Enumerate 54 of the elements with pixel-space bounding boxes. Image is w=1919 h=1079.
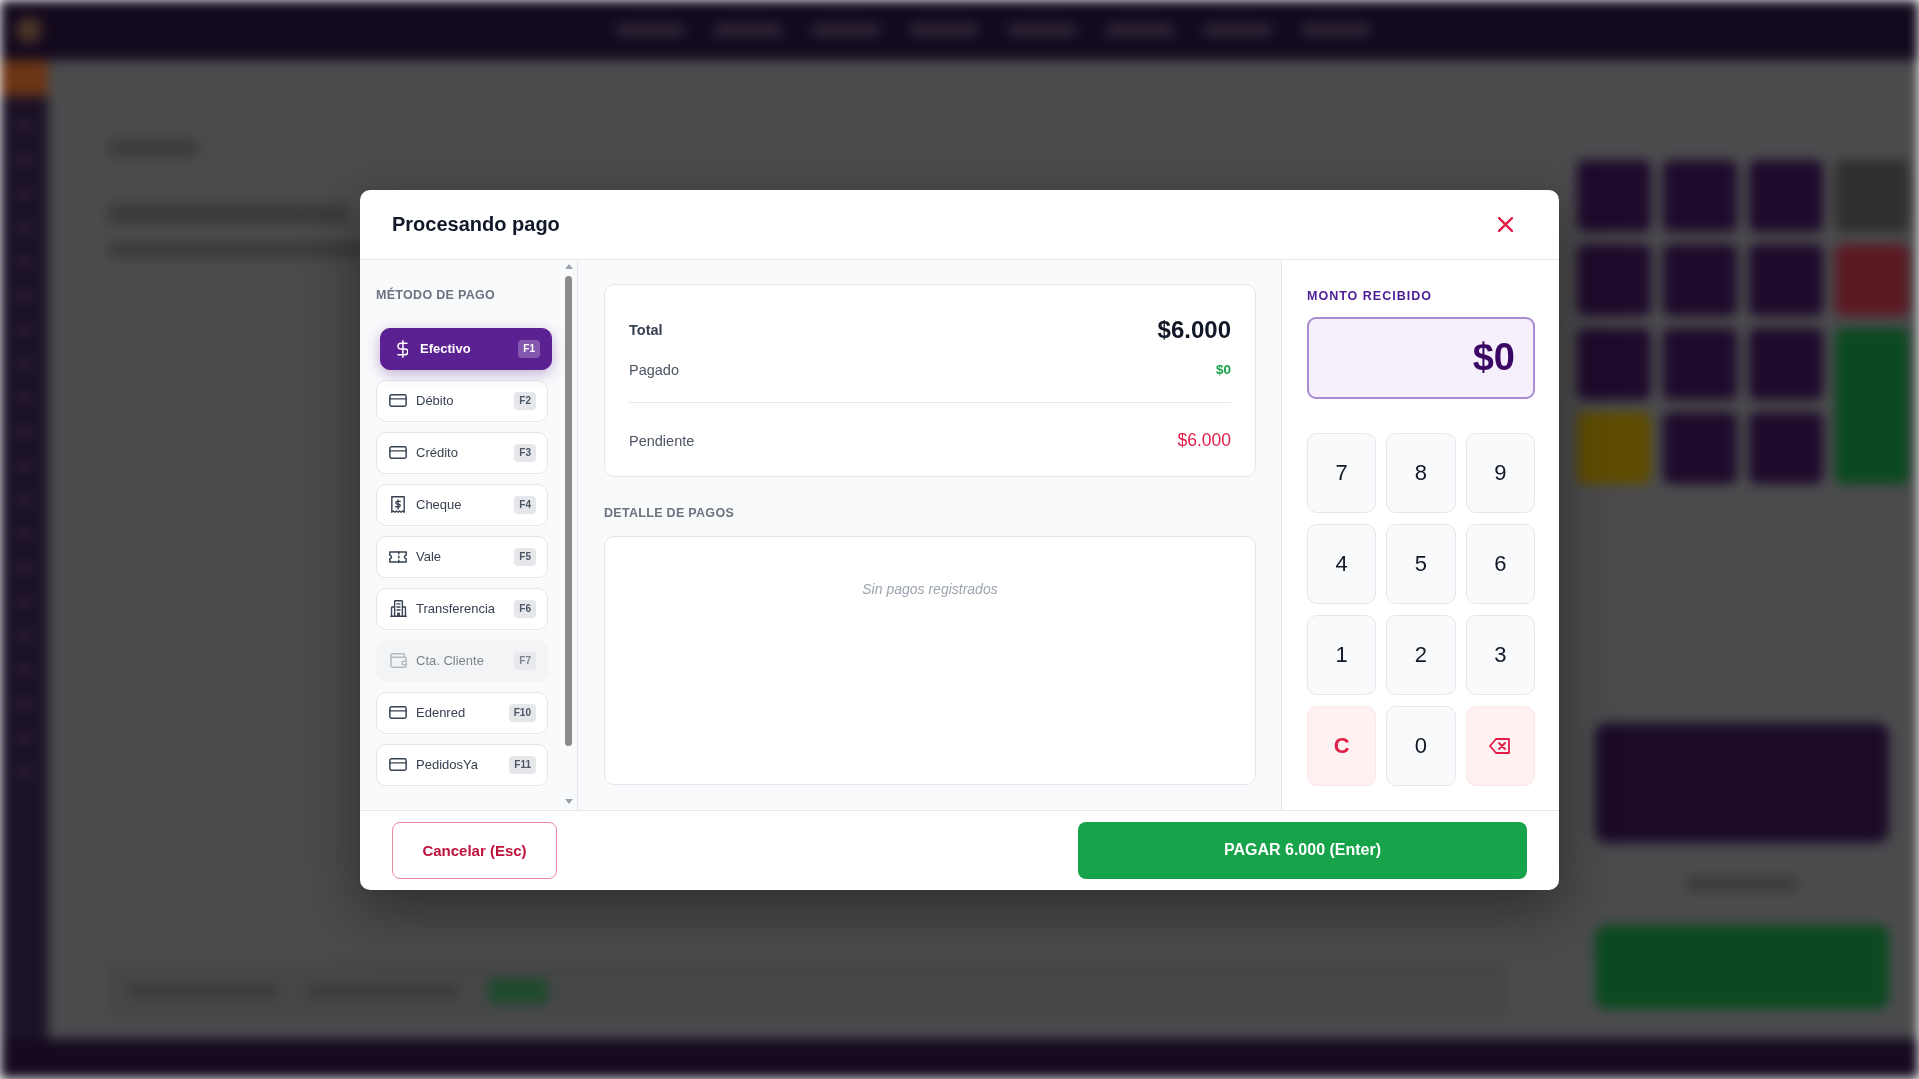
- card-icon: [389, 758, 407, 771]
- keypad-key[interactable]: 4: [1307, 523, 1377, 604]
- keypad-key[interactable]: 5: [1386, 523, 1456, 604]
- section-heading: DETALLE DE PAGOS: [604, 505, 736, 521]
- cancel-button[interactable]: Cancelar (Esc): [392, 821, 557, 879]
- backspace-key[interactable]: [1465, 705, 1535, 786]
- section-heading: MÉTODO DE PAGO: [376, 287, 497, 303]
- total-label: Total: [629, 321, 663, 338]
- dollar-document-icon: [391, 496, 405, 513]
- paid-label: Pagado: [629, 361, 679, 378]
- card-icon: [389, 394, 407, 407]
- shortcut-hint: F6: [514, 599, 536, 618]
- ticket-icon: [389, 550, 407, 563]
- scrollbar[interactable]: [564, 263, 573, 804]
- keypad-key[interactable]: 3: [1465, 614, 1535, 695]
- shortcut-hint: F3: [514, 443, 536, 462]
- shortcut-hint: F11: [509, 755, 536, 774]
- clear-key[interactable]: C: [1307, 705, 1377, 786]
- section-heading: MONTO RECIBIDO: [1307, 288, 1433, 304]
- shortcut-hint: F2: [514, 391, 536, 410]
- payment-method-button[interactable]: PedidosYa F11: [376, 743, 548, 786]
- keypad-key[interactable]: 9: [1465, 432, 1535, 513]
- keypad-key[interactable]: 2: [1386, 614, 1456, 695]
- dialog-title: Procesando pago: [392, 212, 560, 236]
- keypad-key[interactable]: 7: [1307, 432, 1377, 513]
- card-icon: [389, 706, 407, 719]
- pending-amount: $6.000: [1177, 430, 1231, 451]
- dollar-icon: [396, 339, 408, 358]
- keypad-key[interactable]: 0: [1386, 705, 1456, 786]
- payment-method-button[interactable]: Edenred F10: [376, 691, 548, 734]
- payment-method-button[interactable]: Efectivo F1: [380, 327, 552, 370]
- backspace-icon: [1489, 737, 1512, 754]
- shortcut-hint: F4: [514, 495, 536, 514]
- wallet-icon: [389, 653, 407, 668]
- payment-method-button[interactable]: Vale F5: [376, 535, 548, 578]
- paid-amount: $0: [1215, 362, 1231, 377]
- shortcut-hint: F5: [514, 547, 536, 566]
- keypad-key[interactable]: 6: [1465, 523, 1535, 604]
- total-amount: $6.000: [1157, 315, 1231, 344]
- amount-received-field[interactable]: $0: [1307, 316, 1535, 399]
- payment-method-button[interactable]: Cheque F4: [376, 483, 548, 526]
- payment-method-button[interactable]: Transferencia F6: [376, 587, 548, 630]
- keypad-key[interactable]: 1: [1307, 614, 1377, 695]
- close-icon[interactable]: [1498, 216, 1513, 232]
- shortcut-hint: F7: [514, 651, 536, 670]
- card-icon: [389, 446, 407, 459]
- shortcut-hint: F10: [508, 703, 536, 722]
- empty-state-text: Sin pagos registrados: [862, 580, 998, 597]
- payment-method-button[interactable]: Débito F2: [376, 379, 548, 422]
- pending-label: Pendiente: [629, 432, 695, 449]
- shortcut-hint: F1: [518, 339, 540, 358]
- building-icon: [389, 600, 407, 617]
- keypad-key[interactable]: 8: [1386, 432, 1456, 513]
- payment-method-button[interactable]: Crédito F3: [376, 431, 548, 474]
